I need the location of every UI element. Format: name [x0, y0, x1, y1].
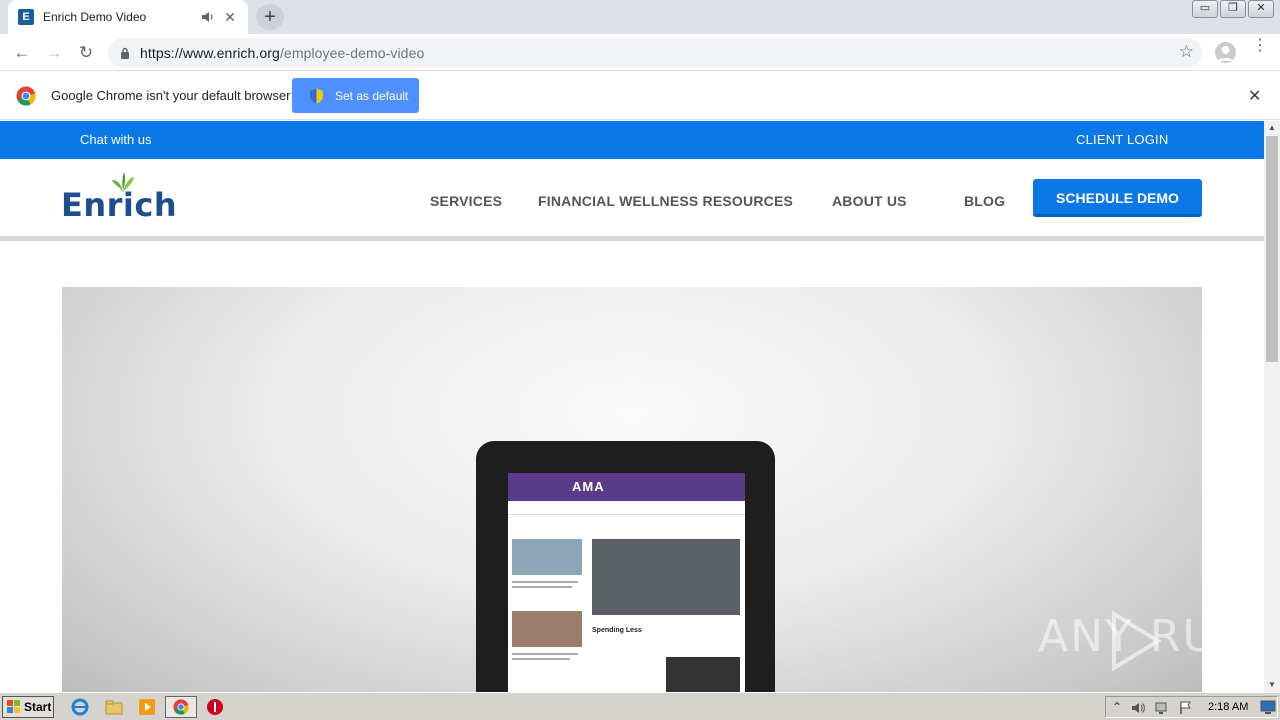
- tab-title: Enrich Demo Video: [43, 10, 147, 24]
- close-window-button[interactable]: ✕: [1248, 0, 1274, 18]
- site-header: Enrich SERVICES FINANCIAL WELLNESS RESOU…: [0, 159, 1264, 241]
- windows-flag-icon: [7, 700, 20, 713]
- minimize-button[interactable]: ▭: [1192, 0, 1218, 18]
- schedule-demo-button[interactable]: SCHEDULE DEMO: [1033, 179, 1202, 217]
- action-center-flag-icon[interactable]: [1178, 700, 1194, 716]
- logo-text: Enrich: [61, 186, 178, 224]
- anyrun-play-logo-icon: [1112, 610, 1162, 672]
- tab-close-icon[interactable]: ✕: [222, 9, 238, 26]
- nav-blog[interactable]: BLOG: [964, 193, 1005, 209]
- nav-about-us[interactable]: ABOUT US: [832, 193, 907, 209]
- speaker-icon[interactable]: [200, 9, 216, 25]
- chrome-taskbar-button[interactable]: [165, 696, 197, 718]
- article-thumbnail: [512, 539, 582, 575]
- volume-icon[interactable]: [1130, 700, 1146, 716]
- tablet-screen-tabs: [508, 501, 745, 515]
- show-hidden-icons-icon[interactable]: ⌃: [1112, 700, 1122, 714]
- set-as-default-label: Set as default: [335, 88, 409, 103]
- bookmark-star-icon[interactable]: ☆: [1179, 42, 1194, 62]
- chrome-menu-icon[interactable]: ⋮: [1252, 38, 1268, 54]
- demo-video-player[interactable]: AMA Spending Less: [62, 287, 1202, 692]
- infobar-close-icon[interactable]: ✕: [1248, 86, 1261, 106]
- page-viewport: Chat with us CLIENT LOGIN Enrich SERVICE…: [0, 121, 1264, 692]
- start-button[interactable]: Start: [2, 696, 54, 718]
- profile-avatar-icon[interactable]: [1215, 42, 1236, 63]
- nav-financial-wellness-resources[interactable]: FINANCIAL WELLNESS RESOURCES: [538, 193, 793, 209]
- chat-with-us-link[interactable]: Chat with us: [80, 132, 152, 147]
- lock-icon[interactable]: [120, 47, 130, 59]
- default-browser-infobar: Google Chrome isn't your default browser…: [0, 72, 1280, 120]
- forward-button[interactable]: →: [43, 42, 65, 64]
- system-tray: ⌃ 2:18 AM: [1105, 696, 1278, 718]
- scroll-down-arrow-icon[interactable]: ▼: [1264, 678, 1280, 692]
- page-scrollbar[interactable]: ▲ ▼: [1264, 121, 1280, 692]
- windows-taskbar: Start ⌃ 2:18 AM: [0, 692, 1280, 720]
- clock[interactable]: 2:18 AM: [1208, 701, 1248, 713]
- new-tab-button[interactable]: +: [256, 4, 284, 30]
- window-controls: ▭ ❐ ✕: [1190, 0, 1274, 18]
- show-desktop-icon[interactable]: [1260, 700, 1276, 714]
- restore-button[interactable]: ❐: [1220, 0, 1246, 18]
- start-label: Start: [24, 700, 52, 714]
- url-host: https://www.enrich.org: [140, 44, 280, 61]
- stop-icon[interactable]: [206, 698, 224, 716]
- featured-article-image: [592, 539, 740, 615]
- tablet-screen-header: AMA: [508, 473, 745, 501]
- media-player-icon[interactable]: [138, 698, 156, 716]
- chrome-icon: [173, 699, 189, 715]
- browser-toolbar: ← → ↻ https://www.enrich.org/employee-de…: [0, 34, 1280, 71]
- ama-brand: AMA: [572, 479, 605, 494]
- tab-strip: E Enrich Demo Video ✕ + ▭ ❐ ✕: [0, 0, 1280, 34]
- reload-button[interactable]: ↻: [75, 42, 97, 64]
- enrich-favicon-icon: E: [18, 9, 34, 25]
- client-login-link[interactable]: CLIENT LOGIN: [1076, 132, 1168, 147]
- scrollbar-thumb[interactable]: [1266, 136, 1278, 362]
- address-bar[interactable]: https://www.enrich.org/employee-demo-vid…: [108, 38, 1202, 67]
- article-thumbnail: [512, 611, 582, 647]
- back-button[interactable]: ←: [11, 42, 33, 64]
- uac-shield-icon: [310, 88, 323, 103]
- internet-explorer-icon[interactable]: [71, 698, 89, 716]
- nav-services[interactable]: SERVICES: [430, 193, 502, 209]
- scroll-up-arrow-icon[interactable]: ▲: [1264, 121, 1280, 135]
- chrome-logo-icon: [16, 86, 36, 106]
- article-thumbnail: [666, 657, 740, 692]
- url-text: https://www.enrich.org/employee-demo-vid…: [140, 45, 424, 61]
- enrich-logo[interactable]: Enrich: [61, 172, 177, 224]
- network-icon[interactable]: [1154, 700, 1170, 716]
- site-topbar: Chat with us CLIENT LOGIN: [0, 121, 1264, 159]
- url-path: /employee-demo-video: [279, 44, 425, 61]
- tablet-screen: AMA Spending Less: [508, 473, 745, 692]
- set-as-default-button[interactable]: Set as default: [292, 78, 419, 113]
- tab-enrich-demo-video[interactable]: E Enrich Demo Video ✕: [8, 0, 248, 34]
- file-explorer-icon[interactable]: [105, 698, 123, 716]
- section-heading: Spending Less: [592, 627, 642, 634]
- tablet-image: AMA Spending Less: [476, 441, 775, 692]
- infobar-message: Google Chrome isn't your default browser: [51, 88, 291, 103]
